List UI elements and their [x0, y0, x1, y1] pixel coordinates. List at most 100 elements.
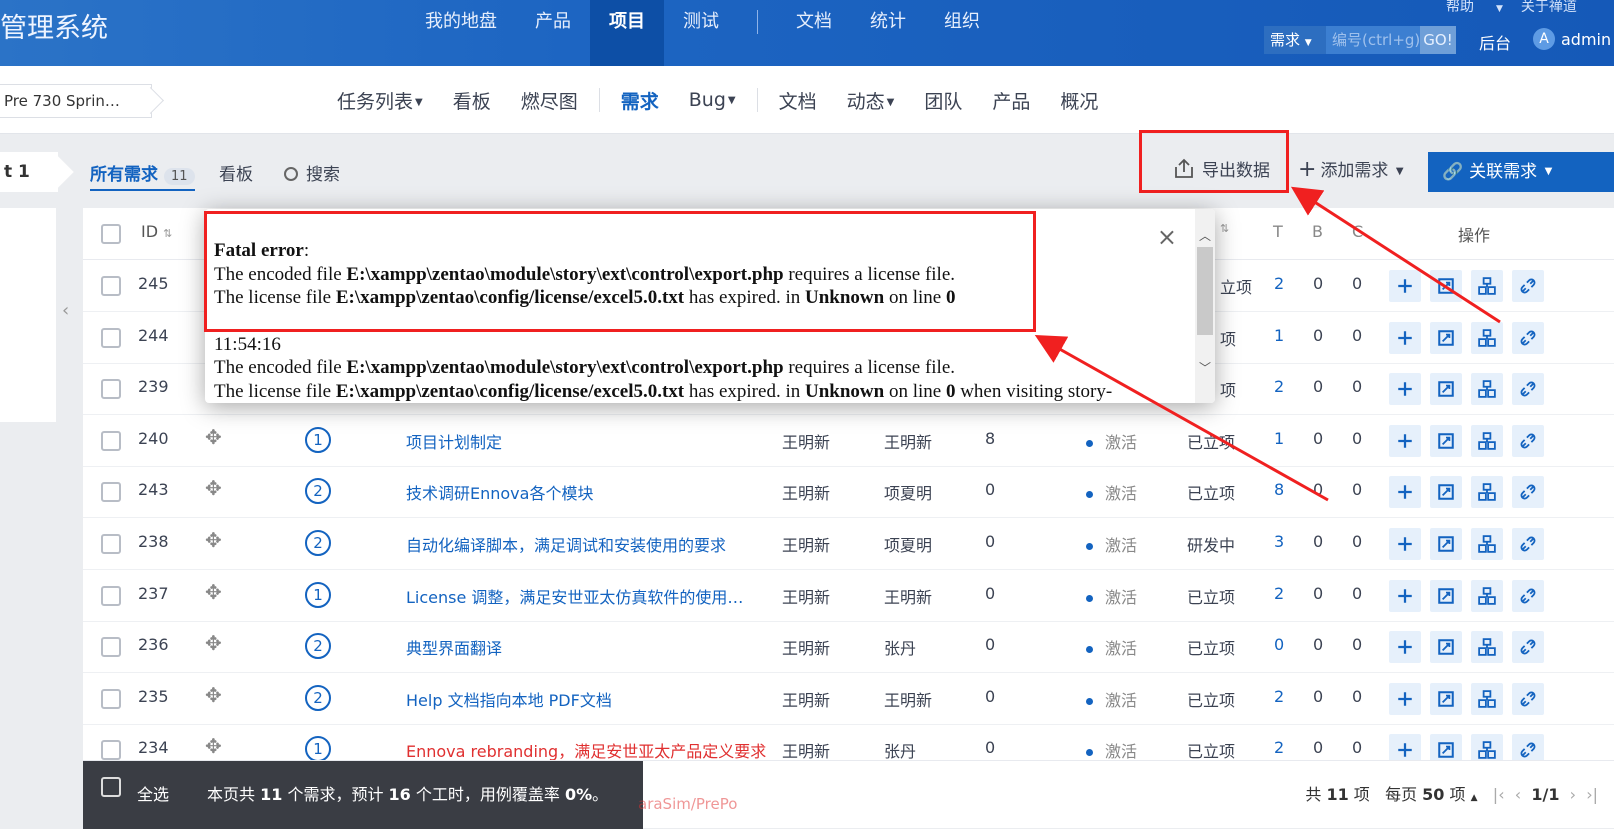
subnav-item-6[interactable]: 动态 ▼	[832, 87, 910, 114]
create-task-icon[interactable]	[1389, 424, 1421, 457]
story-title-link[interactable]: 技术调研Ennova各个模块	[406, 480, 593, 504]
main-nav-item-6[interactable]: 组织	[925, 0, 999, 66]
row-checkbox[interactable]	[101, 637, 121, 658]
batch-create-icon[interactable]	[1430, 270, 1462, 302]
task-count[interactable]: 2	[1274, 687, 1284, 706]
tab-board[interactable]: 看板	[219, 160, 253, 185]
subnav-item-9[interactable]: 概况	[1045, 87, 1113, 114]
story-title-link[interactable]: Ennova rebranding，满足安世亚太产品定义要求	[406, 738, 766, 762]
table-row[interactable]: 235 ✥ 2 Help 文档指向本地 PDF文档 王明新 王明新 0 激活 已立项 2 0 0	[83, 673, 1614, 725]
main-nav-item-3[interactable]: 测试	[664, 0, 738, 66]
about-link[interactable]: 关于禅道	[1521, 0, 1577, 12]
create-task-icon[interactable]	[1389, 579, 1421, 612]
drag-handle-icon[interactable]: ✥	[205, 734, 222, 758]
drag-handle-icon[interactable]: ✥	[205, 580, 222, 604]
unlink-icon[interactable]	[1512, 270, 1544, 302]
task-count[interactable]: 8	[1274, 480, 1284, 499]
estimate-icon[interactable]	[1471, 373, 1503, 406]
create-task-icon[interactable]	[1389, 270, 1421, 302]
row-checkbox[interactable]	[101, 276, 121, 296]
help-link[interactable]: 帮助	[1446, 0, 1474, 12]
subnav-item-7[interactable]: 团队	[909, 87, 977, 114]
sprint-tab[interactable]: t 1	[0, 152, 58, 192]
subnav-item-2[interactable]: 燃尽图	[506, 87, 593, 114]
tab-all-stories[interactable]: 所有需求 11	[90, 160, 195, 191]
subnav-item-3[interactable]: 需求	[606, 87, 674, 114]
search-input[interactable]: 编号(ctrl+g)	[1326, 26, 1420, 54]
table-row[interactable]: 237 ✥ 1 License 调整，满足安世亚太仿真软件的使用… 王明新 王明新 0 激活 已…	[83, 570, 1614, 622]
add-story-button[interactable]: + 添加需求 ▼	[1298, 156, 1404, 182]
first-page-icon[interactable]: |‹	[1493, 785, 1505, 804]
row-checkbox[interactable]	[101, 688, 121, 709]
subnav-item-4[interactable]: Bug ▼	[674, 89, 751, 111]
main-nav-item-2[interactable]: 项目	[590, 0, 664, 66]
next-page-icon[interactable]: ›	[1570, 785, 1576, 804]
story-title-link[interactable]: 项目计划制定	[406, 429, 502, 453]
task-count[interactable]: 2	[1274, 274, 1284, 293]
search-go-button[interactable]: GO!	[1420, 26, 1456, 54]
story-title-link[interactable]: Help 文档指向本地 PDF文档	[406, 687, 612, 711]
create-task-icon[interactable]	[1389, 476, 1421, 509]
estimate-icon[interactable]	[1471, 270, 1503, 302]
unlink-icon[interactable]	[1512, 682, 1544, 715]
create-task-icon[interactable]	[1389, 321, 1421, 354]
task-count[interactable]: 1	[1274, 326, 1284, 345]
drag-handle-icon[interactable]: ✥	[205, 476, 222, 500]
create-task-icon[interactable]	[1389, 682, 1421, 715]
table-row[interactable]: 236 ✥ 2 典型界面翻译 王明新 张丹 0 激活 已立项 0 0 0	[83, 621, 1614, 674]
user-menu[interactable]: A admin	[1533, 28, 1611, 50]
table-row[interactable]: 238 ✥ 2 自动化编译脚本，满足调试和安装使用的要求 王明新 项夏明 0 激活 研发中 3 0 0	[83, 518, 1614, 570]
dialog-scrollbar[interactable]: ︿ ﹀	[1195, 209, 1215, 403]
system-name[interactable]: 项目管理系统	[0, 6, 108, 45]
search-type-select[interactable]: 需求 ▼	[1264, 26, 1326, 54]
subnav-item-0[interactable]: 任务列表 ▼	[322, 87, 438, 114]
drag-handle-icon[interactable]: ✥	[205, 683, 222, 707]
drag-handle-icon[interactable]: ✥	[205, 425, 222, 449]
batch-create-icon[interactable]	[1430, 424, 1462, 457]
unlink-icon[interactable]	[1512, 373, 1544, 406]
batch-create-icon[interactable]	[1430, 321, 1462, 354]
batch-create-icon[interactable]	[1430, 476, 1462, 509]
column-c[interactable]: C	[1352, 222, 1363, 241]
drag-handle-icon[interactable]: ✥	[205, 528, 222, 552]
story-title-link[interactable]: 典型界面翻译	[406, 635, 502, 659]
subnav-item-5[interactable]: 文档	[764, 87, 832, 114]
unlink-icon[interactable]	[1512, 476, 1544, 509]
select-all-label[interactable]: 全选	[137, 781, 169, 805]
estimate-icon[interactable]	[1471, 682, 1503, 715]
task-count[interactable]: 2	[1274, 738, 1284, 757]
task-count[interactable]: 2	[1274, 377, 1284, 396]
estimate-icon[interactable]	[1471, 631, 1503, 664]
subnav-item-1[interactable]: 看板	[438, 87, 506, 114]
row-checkbox[interactable]	[101, 534, 121, 554]
scroll-down-icon[interactable]: ﹀	[1199, 359, 1211, 376]
unlink-icon[interactable]	[1512, 528, 1544, 560]
story-title-link[interactable]: 自动化编译脚本，满足调试和安装使用的要求	[406, 532, 726, 556]
story-title-link[interactable]: License 调整，满足安世亚太仿真软件的使用…	[406, 584, 743, 608]
subnav-item-8[interactable]: 产品	[977, 87, 1045, 114]
batch-create-icon[interactable]	[1430, 579, 1462, 612]
unlink-icon[interactable]	[1512, 631, 1544, 664]
estimate-icon[interactable]	[1471, 476, 1503, 509]
row-checkbox[interactable]	[101, 585, 121, 606]
drag-handle-icon[interactable]: ✥	[205, 631, 222, 655]
select-all-header-checkbox[interactable]	[101, 224, 121, 244]
column-id[interactable]: ID ⇅	[141, 222, 172, 241]
link-story-button[interactable]: 🔗 关联需求 ▼	[1428, 152, 1614, 192]
create-task-icon[interactable]	[1389, 373, 1421, 406]
unlink-icon[interactable]	[1512, 579, 1544, 612]
column-b[interactable]: B	[1312, 222, 1323, 241]
main-nav-item-0[interactable]: 我的地盘	[406, 0, 516, 66]
column-stage-sort[interactable]: ⇅	[1220, 222, 1229, 235]
collapse-left-icon[interactable]: ‹	[62, 300, 69, 321]
last-page-icon[interactable]: ›|	[1586, 785, 1598, 804]
task-count[interactable]: 3	[1274, 532, 1284, 551]
batch-create-icon[interactable]	[1430, 682, 1462, 715]
main-nav-item-4[interactable]: 文档	[777, 0, 851, 66]
create-task-icon[interactable]	[1389, 631, 1421, 664]
tab-search[interactable]: 搜索	[284, 160, 340, 185]
batch-create-icon[interactable]	[1430, 631, 1462, 664]
create-task-icon[interactable]	[1389, 528, 1421, 560]
project-switcher[interactable]: Pre 730 Sprin…	[0, 84, 152, 118]
row-checkbox[interactable]	[101, 430, 121, 451]
